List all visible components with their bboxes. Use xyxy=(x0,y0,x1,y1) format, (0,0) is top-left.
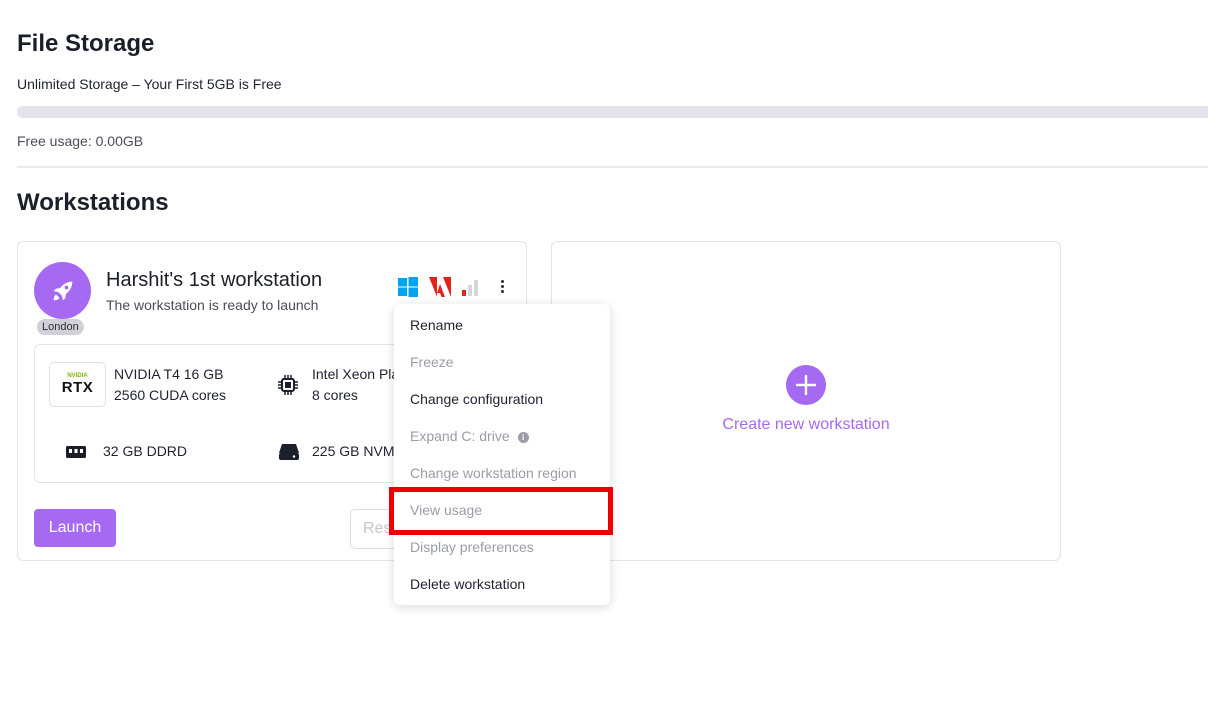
storage-value: 225 GB NVM xyxy=(312,443,395,459)
windows-icon xyxy=(398,277,418,297)
plus-icon[interactable] xyxy=(786,365,826,405)
menu-item-delete-workstation[interactable]: Delete workstation xyxy=(410,576,525,592)
create-workstation-label[interactable]: Create new workstation xyxy=(552,416,1060,434)
menu-item-freeze[interactable]: Freeze xyxy=(410,354,454,370)
launch-button[interactable]: Launch xyxy=(34,509,116,547)
menu-item-change-configuration[interactable]: Change configuration xyxy=(410,391,543,407)
file-storage-subtitle: Unlimited Storage – Your First 5GB is Fr… xyxy=(17,76,282,92)
menu-item-change-region[interactable]: Change workstation region xyxy=(410,465,577,481)
workstation-avatar xyxy=(34,262,91,319)
gpu-name: NVIDIA T4 16 GB xyxy=(114,365,224,382)
free-usage-label: Free usage: xyxy=(17,133,92,149)
workstation-context-menu: Rename Freeze Change configuration Expan… xyxy=(394,304,610,605)
cpu-cores: 8 cores xyxy=(312,387,358,403)
info-icon: i xyxy=(517,431,529,443)
cpu-name: Intel Xeon Pla xyxy=(312,366,400,382)
os-icons xyxy=(398,277,480,297)
signal-strength-icon xyxy=(462,280,478,296)
highlight-annotation-box xyxy=(389,487,613,535)
menu-item-expand-drive[interactable]: Expand C: drive i xyxy=(410,428,529,444)
workstations-title: Workstations xyxy=(17,189,169,216)
workstation-status: The workstation is ready to launch xyxy=(106,297,319,313)
hard-drive-icon xyxy=(279,443,299,460)
cpu-chip-icon xyxy=(278,375,298,395)
menu-item-display-preferences[interactable]: Display preferences xyxy=(410,539,534,555)
create-workstation-card[interactable]: Create new workstation xyxy=(551,241,1061,561)
storage-spec: 225 GB NVM xyxy=(278,441,394,462)
gpu-spec: NVIDIA RTX NVIDIA T4 16 GB 2560 CUDA cor… xyxy=(49,362,226,407)
storage-progress-bar xyxy=(17,106,1208,118)
menu-item-rename[interactable]: Rename xyxy=(410,317,463,333)
rocket-icon xyxy=(53,281,72,300)
cpu-spec: Intel Xeon Pla 8 cores xyxy=(278,364,399,406)
more-options-icon[interactable] xyxy=(494,277,510,295)
workstation-name: Harshit's 1st workstation xyxy=(106,269,323,291)
ram-icon xyxy=(66,445,86,458)
gpu-cores: 2560 CUDA cores xyxy=(114,386,227,403)
file-storage-title: File Storage xyxy=(17,30,155,57)
region-badge: London xyxy=(37,319,84,335)
free-usage-value: 0.00GB xyxy=(95,133,144,149)
adobe-icon xyxy=(429,277,451,297)
nvidia-rtx-logo-icon: NVIDIA RTX xyxy=(49,362,106,407)
free-usage-text: Free usage: 0.00GB xyxy=(17,133,143,149)
ram-value: 32 GB DDRD xyxy=(103,443,188,459)
ram-spec: 32 GB DDRD xyxy=(65,441,187,462)
menu-item-expand-drive-label: Expand C: drive xyxy=(410,428,510,444)
section-divider xyxy=(17,166,1208,168)
